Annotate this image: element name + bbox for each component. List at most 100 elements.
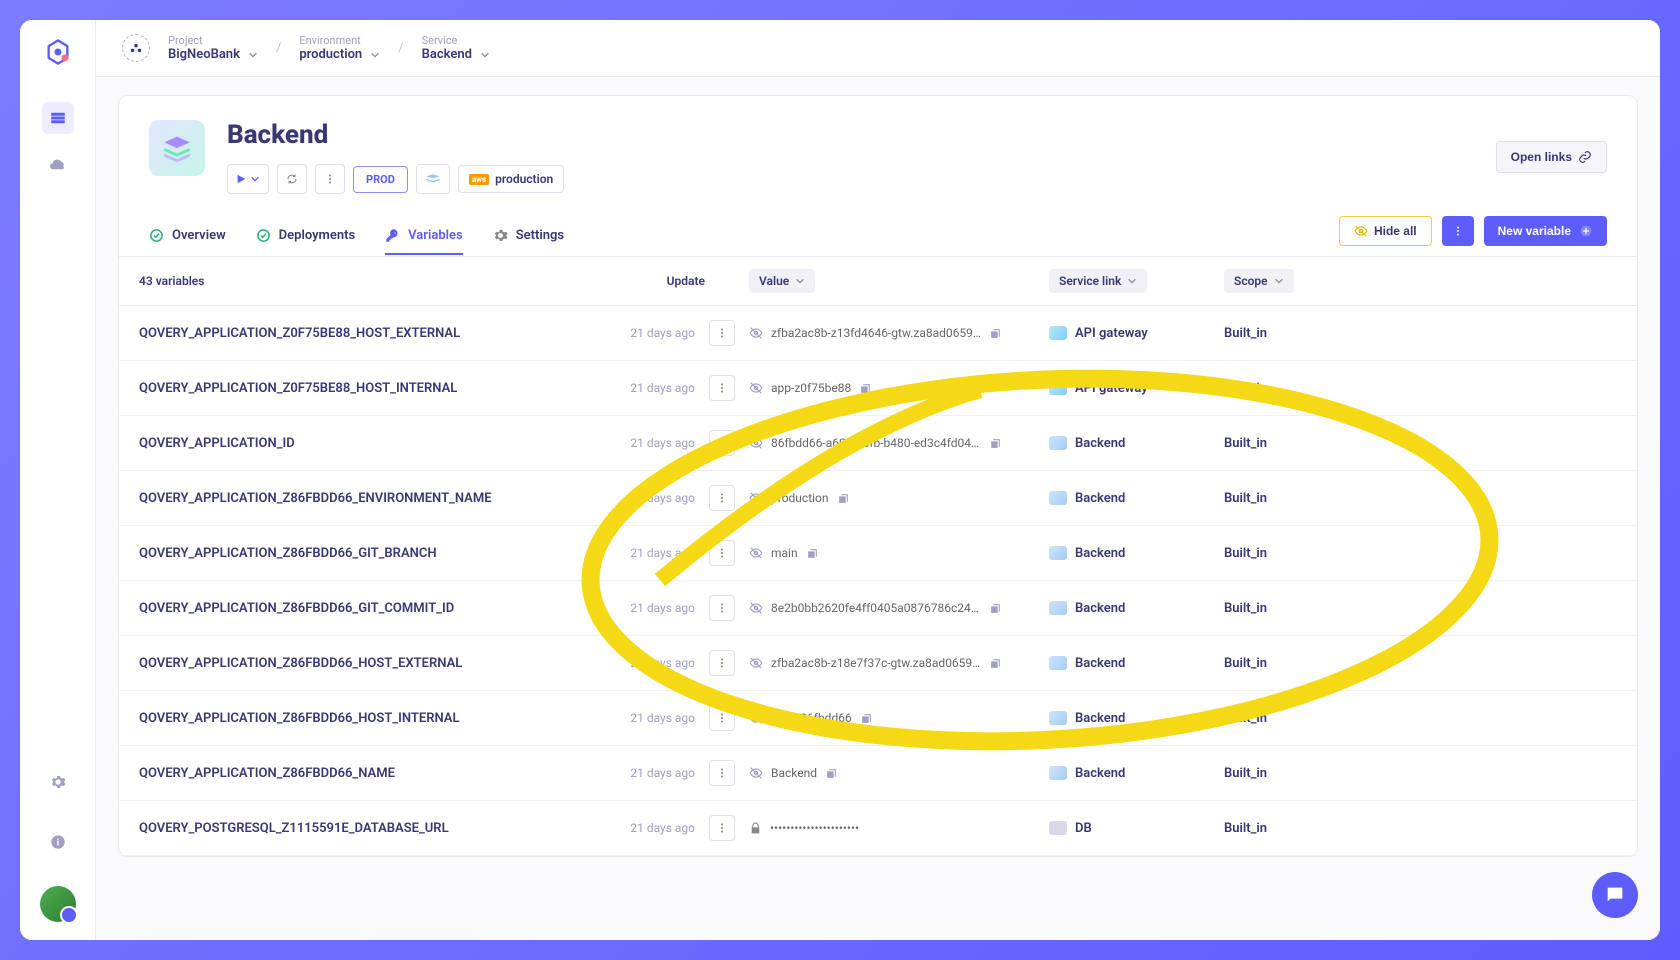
play-icon <box>236 174 246 184</box>
nav-cloud-icon[interactable] <box>42 148 74 180</box>
breadcrumb-bar: Project BigNeoBank / Environment product… <box>96 20 1660 77</box>
variable-row: QOVERY_APPLICATION_Z86FBDD66_GIT_COMMIT_… <box>119 581 1637 636</box>
dots-vertical-icon <box>716 657 728 669</box>
user-avatar[interactable] <box>40 886 76 922</box>
dots-vertical-icon <box>716 437 728 449</box>
var-updated: 21 days ago <box>599 766 695 780</box>
dots-vertical-icon <box>1452 225 1464 237</box>
dots-vertical-icon <box>324 173 336 185</box>
service-icon <box>1049 821 1067 835</box>
copy-icon[interactable] <box>859 382 872 395</box>
breadcrumb-separator: / <box>398 41 403 56</box>
eye-off-icon[interactable] <box>749 381 763 395</box>
eye-off-icon[interactable] <box>749 546 763 560</box>
var-updated: 21 days ago <box>599 656 695 670</box>
main-sidebar: i <box>20 20 96 940</box>
chat-icon <box>1604 884 1626 906</box>
row-menu-button[interactable] <box>709 485 735 511</box>
row-menu-button[interactable] <box>709 815 735 841</box>
var-value-cell: 86fbdd66-a606-45fb-b480-ed3c4fd0483a <box>749 436 1049 450</box>
open-links-button[interactable]: Open links <box>1496 141 1607 173</box>
nav-environments-icon[interactable] <box>42 102 74 134</box>
copy-icon[interactable] <box>989 437 1002 450</box>
row-menu-button[interactable] <box>709 650 735 676</box>
var-service: Backend <box>1049 766 1224 781</box>
nav-settings-icon[interactable] <box>42 766 74 798</box>
eye-off-icon[interactable] <box>749 436 763 450</box>
row-menu-button[interactable] <box>709 705 735 731</box>
var-value-cell: production <box>749 491 1049 505</box>
org-icon[interactable] <box>122 34 150 62</box>
row-menu-button[interactable] <box>709 375 735 401</box>
copy-icon[interactable] <box>806 547 819 560</box>
var-name: QOVERY_APPLICATION_Z86FBDD66_ENVIRONMENT… <box>139 491 599 506</box>
tab-deployments[interactable]: Deployments <box>256 218 355 255</box>
copy-icon[interactable] <box>860 712 873 725</box>
var-name: QOVERY_APPLICATION_Z86FBDD66_HOST_INTERN… <box>139 711 599 726</box>
row-menu-button[interactable] <box>709 760 735 786</box>
var-updated: 21 days ago <box>599 381 695 395</box>
row-menu-button[interactable] <box>709 320 735 346</box>
copy-icon[interactable] <box>989 327 1002 340</box>
new-variable-button[interactable]: New variable <box>1484 216 1607 246</box>
eye-off-icon[interactable] <box>749 326 763 340</box>
copy-icon[interactable] <box>989 602 1002 615</box>
layers-icon <box>425 173 441 185</box>
deploy-button[interactable] <box>227 164 269 194</box>
lock-icon <box>749 822 762 835</box>
vars-more-button[interactable] <box>1442 216 1474 246</box>
hide-all-button[interactable]: Hide all <box>1339 216 1432 246</box>
aws-icon: aws <box>469 174 489 185</box>
var-scope: Built_in <box>1224 656 1344 671</box>
chevron-down-icon <box>1274 276 1284 286</box>
col-header-scope[interactable]: Scope <box>1224 269 1294 293</box>
dots-vertical-icon <box>716 327 728 339</box>
tab-settings[interactable]: Settings <box>493 218 564 255</box>
restart-button[interactable] <box>277 164 307 194</box>
nav-info-icon[interactable]: i <box>42 826 74 858</box>
env-type-badge: PROD <box>353 166 408 193</box>
eye-off-icon[interactable] <box>749 711 763 725</box>
service-link-button[interactable] <box>416 164 450 194</box>
dots-vertical-icon <box>716 382 728 394</box>
copy-icon[interactable] <box>837 492 850 505</box>
var-service: API gateway <box>1049 326 1224 341</box>
row-menu-button[interactable] <box>709 430 735 456</box>
chevron-down-icon <box>795 276 805 286</box>
var-service: Backend <box>1049 711 1224 726</box>
var-value-cell: app-z86fbdd66 <box>749 711 1049 725</box>
crumb-project[interactable]: BigNeoBank <box>168 47 258 62</box>
copy-icon[interactable] <box>825 767 838 780</box>
crumb-service[interactable]: Backend <box>422 47 490 62</box>
col-header-service[interactable]: Service link <box>1049 269 1147 293</box>
var-value: 86fbdd66-a606-45fb-b480-ed3c4fd0483a <box>771 436 981 450</box>
eye-off-icon[interactable] <box>749 491 763 505</box>
eye-off-icon[interactable] <box>749 601 763 615</box>
var-value-cell: Backend <box>749 766 1049 780</box>
var-value: app-z86fbdd66 <box>771 711 852 725</box>
tab-overview[interactable]: Overview <box>149 218 226 255</box>
crumb-environment[interactable]: production <box>299 47 380 62</box>
var-updated: 21 days ago <box>599 711 695 725</box>
var-service: DB <box>1049 821 1224 836</box>
tab-variables[interactable]: Variables <box>385 218 463 255</box>
var-scope: Built_in <box>1224 546 1344 561</box>
more-actions-button[interactable] <box>315 164 345 194</box>
var-scope: Built_in <box>1224 711 1344 726</box>
var-updated: 21 days ago <box>599 601 695 615</box>
variable-row: QOVERY_POSTGRESQL_Z1115591E_DATABASE_URL… <box>119 801 1637 856</box>
col-header-value[interactable]: Value <box>749 269 815 293</box>
app-logo <box>44 38 72 66</box>
var-name: QOVERY_POSTGRESQL_Z1115591E_DATABASE_URL <box>139 821 599 836</box>
var-service: Backend <box>1049 491 1224 506</box>
copy-icon[interactable] <box>989 657 1002 670</box>
cluster-badge[interactable]: aws production <box>458 165 564 193</box>
row-menu-button[interactable] <box>709 595 735 621</box>
var-updated: 21 days ago <box>599 491 695 505</box>
eye-off-icon[interactable] <box>749 656 763 670</box>
row-menu-button[interactable] <box>709 540 735 566</box>
var-service: Backend <box>1049 601 1224 616</box>
var-name: QOVERY_APPLICATION_ID <box>139 436 599 451</box>
eye-off-icon[interactable] <box>749 766 763 780</box>
chat-fab[interactable] <box>1592 872 1638 918</box>
